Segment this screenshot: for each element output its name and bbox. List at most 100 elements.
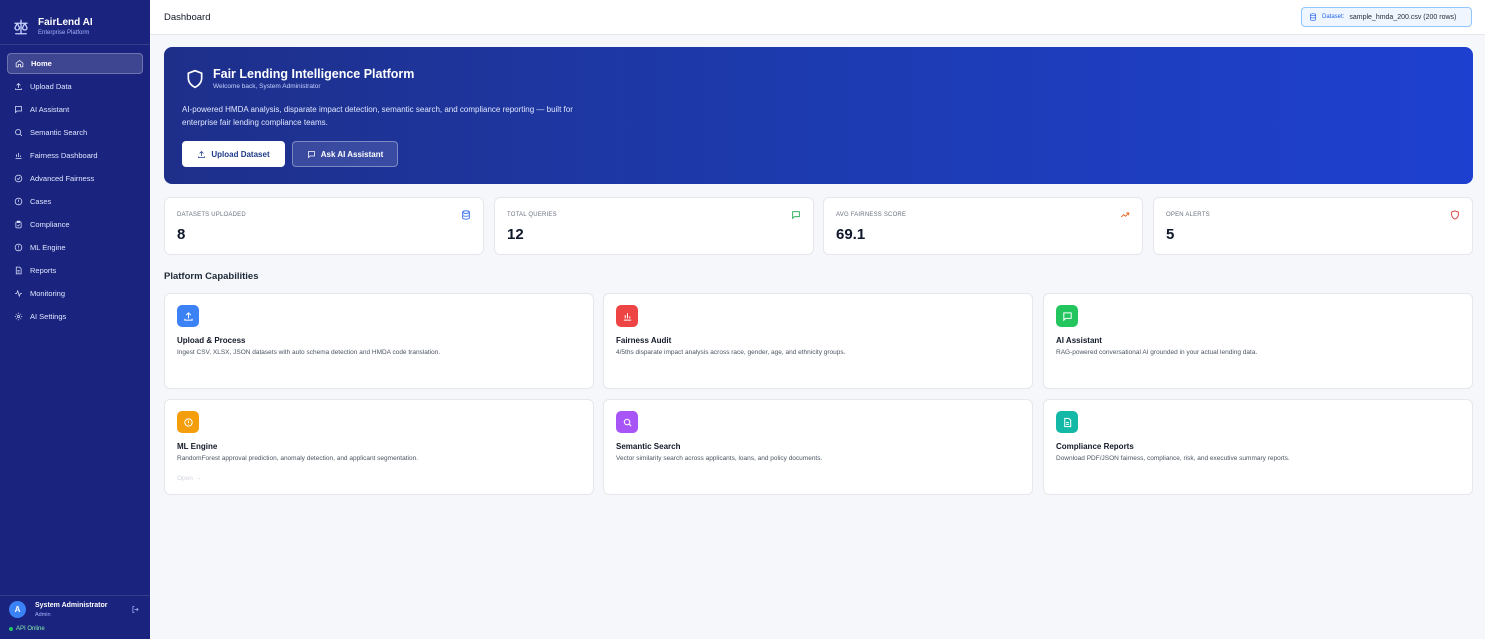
sidebar-item-label: Fairness Dashboard [30, 151, 98, 160]
sidebar-item-compliance[interactable]: Compliance [7, 214, 143, 235]
shield-alert-icon [1451, 210, 1459, 220]
logout-icon[interactable] [131, 605, 140, 614]
capability-description: RandomForest approval prediction, anomal… [177, 455, 419, 462]
cpu-icon [14, 243, 23, 252]
api-status-label: API Online [16, 626, 45, 632]
stat-label: Total Queries [507, 212, 557, 218]
sidebar-item-ai-settings[interactable]: AI Settings [7, 306, 143, 327]
bar-chart-icon [15, 152, 22, 159]
sidebar-item-label: Upload Data [30, 82, 72, 91]
capability-card-ai-assistant[interactable]: AI Assistant RAG-powered conversational … [1043, 293, 1473, 389]
stat-card-total-queries: Total Queries 12 [494, 197, 814, 255]
capability-card-semantic-search[interactable]: Semantic Search Vector similarity search… [603, 399, 1033, 495]
stat-value: 69.1 [836, 226, 866, 243]
capability-card-ml-engine[interactable]: ML Engine RandomForest approval predicti… [164, 399, 594, 495]
sidebar-item-fairness-dashboard[interactable]: Fairness Dashboard [7, 145, 143, 166]
alert-circle-icon [14, 197, 23, 206]
sidebar-item-semantic-search[interactable]: Semantic Search [7, 122, 143, 143]
search-icon [15, 129, 23, 137]
scale-icon [14, 19, 28, 35]
upload-icon [198, 150, 206, 158]
bar-chart-icon [616, 305, 638, 327]
capability-description: Vector similarity search across applican… [616, 455, 823, 462]
sidebar-item-label: Cases [30, 197, 52, 206]
shield-icon [187, 69, 203, 89]
database-icon [1310, 13, 1316, 21]
ask-ai-assistant-button[interactable]: Ask AI Assistant [292, 141, 398, 167]
dataset-selector[interactable]: Dataset: sample_hmda_200.csv (200 rows) [1301, 7, 1472, 27]
capability-title: AI Assistant [1056, 336, 1102, 345]
activity-icon [15, 289, 22, 298]
capability-title: ML Engine [177, 442, 218, 451]
user-name: System Administrator [35, 602, 108, 609]
sidebar-item-label: AI Settings [30, 312, 67, 321]
stat-value: 8 [177, 226, 186, 243]
capability-description: 4/5ths disparate impact analysis across … [616, 349, 846, 356]
capability-title: Fairness Audit [616, 336, 672, 345]
stat-label: Datasets Uploaded [177, 212, 246, 218]
upload-dataset-button[interactable]: Upload Dataset [182, 141, 285, 167]
sidebar-item-label: Advanced Fairness [30, 174, 95, 183]
sidebar-item-reports[interactable]: Reports [7, 260, 143, 281]
capability-title: Semantic Search [616, 442, 681, 451]
user-role: Admin [35, 612, 51, 618]
chat-icon [15, 106, 22, 114]
dataset-label: Dataset: [1322, 14, 1345, 20]
status-dot [9, 627, 13, 631]
settings-icon [14, 312, 23, 321]
stat-value: 12 [507, 226, 524, 243]
file-icon [1056, 411, 1078, 433]
brand-subtitle: Enterprise Platform [38, 30, 90, 36]
chat-icon [1056, 305, 1078, 327]
open-link[interactable]: Open → [177, 475, 201, 482]
clipboard-check-icon [15, 220, 22, 229]
sidebar-item-label: AI Assistant [30, 105, 70, 114]
sidebar-item-label: Semantic Search [30, 128, 88, 137]
user-block: A System Administrator Admin API Online [0, 595, 150, 639]
hero-title: Fair Lending Intelligence Platform [213, 67, 415, 81]
page-title: Dashboard [164, 12, 211, 23]
stat-card-avg-fairness-score: Avg Fairness Score 69.1 [823, 197, 1143, 255]
brand[interactable]: FairLend AI Enterprise Platform [0, 0, 150, 44]
sidebar-item-advanced-fairness[interactable]: Advanced Fairness [7, 168, 143, 189]
capability-title: Compliance Reports [1056, 442, 1134, 451]
sidebar-item-label: Home [31, 59, 52, 68]
avatar[interactable]: A [9, 601, 26, 618]
chat-icon [792, 211, 800, 220]
sidebar-item-label: Compliance [30, 220, 70, 229]
upload-dataset-label: Upload Dataset [211, 149, 270, 159]
upload-icon [177, 305, 199, 327]
stat-value: 5 [1166, 226, 1175, 243]
api-status: API Online [9, 626, 45, 632]
ask-ai-assistant-label: Ask AI Assistant [320, 149, 384, 159]
sidebar-item-label: ML Engine [30, 243, 66, 252]
file-icon [15, 266, 22, 275]
sidebar-item-monitoring[interactable]: Monitoring [7, 283, 143, 304]
sidebar-item-home[interactable]: Home [7, 53, 143, 74]
stat-label: Open Alerts [1166, 212, 1210, 218]
stat-label: Avg Fairness Score [836, 212, 907, 218]
stat-card-datasets-uploaded: Datasets Uploaded 8 [164, 197, 484, 255]
hero-banner: Fair Lending Intelligence Platform Welco… [164, 47, 1473, 184]
capability-description: Ingest CSV, XLSX, JSON datasets with aut… [177, 349, 441, 356]
capability-card-compliance-reports[interactable]: Compliance Reports Download PDF/JSON fai… [1043, 399, 1473, 495]
capability-card-fairness-audit[interactable]: Fairness Audit 4/5ths disparate impact a… [603, 293, 1033, 389]
hero-description: AI-powered HMDA analysis, disparate impa… [182, 105, 573, 127]
upload-icon [15, 82, 22, 90]
sidebar-item-ml-engine[interactable]: ML Engine [7, 237, 143, 258]
search-icon [616, 411, 638, 433]
sidebar-item-label: Monitoring [30, 289, 66, 298]
sidebar-item-ai-assistant[interactable]: AI Assistant [7, 99, 143, 120]
topbar: Dashboard Dataset: sample_hmda_200.csv (… [150, 0, 1485, 35]
trending-up-icon [1120, 212, 1130, 218]
sidebar-item-cases[interactable]: Cases [7, 191, 143, 212]
sidebar: FairLend AI Enterprise Platform Home Upl… [0, 0, 150, 639]
database-icon [462, 210, 470, 220]
capability-description: RAG-powered conversational AI grounded i… [1056, 349, 1258, 356]
home-icon [15, 60, 24, 68]
sidebar-item-upload-data[interactable]: Upload Data [7, 76, 143, 97]
dataset-value: sample_hmda_200.csv (200 rows) [1349, 13, 1457, 21]
capability-card-upload-process[interactable]: Upload & Process Ingest CSV, XLSX, JSON … [164, 293, 594, 389]
cpu-icon [177, 411, 199, 433]
chat-icon [307, 150, 315, 158]
